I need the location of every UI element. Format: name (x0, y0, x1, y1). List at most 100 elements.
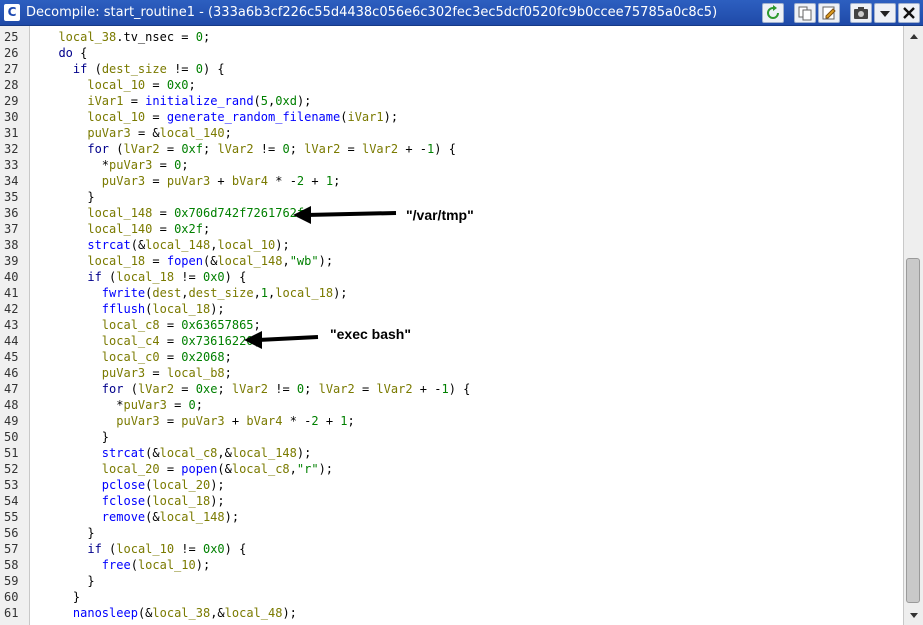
code-line[interactable]: 39 local_18 = fopen(&local_148,"wb"); (0, 253, 900, 269)
code-line[interactable]: 52 local_20 = popen(&local_c8,"r"); (0, 461, 900, 477)
code-line[interactable]: 61 nanosleep(&local_38,&local_48); (0, 605, 900, 621)
code-line[interactable]: 30 local_10 = generate_random_filename(i… (0, 109, 900, 125)
vertical-scrollbar[interactable] (903, 26, 923, 625)
code-text[interactable]: for (lVar2 = 0xe; lVar2 != 0; lVar2 = lV… (44, 381, 471, 397)
code-text[interactable]: local_10 = generate_random_filename(iVar… (44, 109, 398, 125)
code-text[interactable]: } (44, 589, 80, 605)
code-line[interactable]: 38 strcat(&local_148,local_10); (0, 237, 900, 253)
code-line[interactable]: 60 } (0, 589, 900, 605)
snapshot-icon (854, 7, 868, 19)
code-line[interactable]: 55 remove(&local_148); (0, 509, 900, 525)
line-number: 39 (4, 254, 19, 268)
code-text[interactable]: fclose(local_18); (44, 493, 225, 509)
scroll-up-icon (909, 33, 918, 39)
refresh-icon (767, 5, 779, 19)
code-line[interactable]: 27 if (dest_size != 0) { (0, 61, 900, 77)
code-text[interactable]: } (44, 189, 94, 205)
scroll-up-button[interactable] (907, 29, 920, 42)
code-text[interactable]: do { (44, 45, 87, 61)
line-number: 41 (4, 286, 19, 300)
code-line[interactable]: 33 *puVar3 = 0; (0, 157, 900, 173)
code-line[interactable]: 34 puVar3 = puVar3 + bVar4 * -2 + 1; (0, 173, 900, 189)
line-number: 45 (4, 350, 19, 364)
code-line[interactable]: 25 local_38.tv_nsec = 0; (0, 29, 900, 45)
line-number: 30 (4, 110, 19, 124)
code-text[interactable]: free(local_10); (44, 557, 210, 573)
code-text[interactable]: if (local_10 != 0x0) { (44, 541, 246, 557)
code-line[interactable]: 49 puVar3 = puVar3 + bVar4 * -2 + 1; (0, 413, 900, 429)
close-button[interactable] (898, 3, 920, 23)
code-text[interactable]: } (44, 429, 109, 445)
code-text[interactable]: local_20 = popen(&local_c8,"r"); (44, 461, 333, 477)
decompiled-code-view[interactable]: 25 local_38.tv_nsec = 0; 26 do {27 if (de… (0, 26, 903, 625)
code-text[interactable]: local_148 = 0x706d742f7261762f; (44, 205, 311, 221)
code-text[interactable]: local_18 = fopen(&local_148,"wb"); (44, 253, 333, 269)
code-text[interactable]: local_c8 = 0x63657865; (44, 317, 261, 333)
code-line[interactable]: 28 local_10 = 0x0; (0, 77, 900, 93)
code-text[interactable]: local_140 = 0x2f; (44, 221, 210, 237)
line-number: 57 (4, 542, 19, 556)
code-line[interactable]: 58 free(local_10); (0, 557, 900, 573)
code-text[interactable]: *puVar3 = 0; (44, 157, 189, 173)
code-line[interactable]: 53 pclose(local_20); (0, 477, 900, 493)
code-line[interactable]: 43 local_c8 = 0x63657865; (0, 317, 900, 333)
code-line[interactable]: 48 *puVar3 = 0; (0, 397, 900, 413)
code-line[interactable]: 50 } (0, 429, 900, 445)
code-line[interactable]: 31 puVar3 = &local_140; (0, 125, 900, 141)
code-text[interactable]: for (lVar2 = 0xf; lVar2 != 0; lVar2 = lV… (44, 141, 456, 157)
annotation-var-tmp: "/var/tmp" (406, 207, 474, 223)
refresh-button[interactable] (762, 3, 784, 23)
code-text[interactable]: if (local_18 != 0x0) { (44, 269, 246, 285)
code-line[interactable]: 47 for (lVar2 = 0xe; lVar2 != 0; lVar2 =… (0, 381, 900, 397)
toolbar (762, 3, 920, 23)
code-line[interactable]: 57 if (local_10 != 0x0) { (0, 541, 900, 557)
code-text[interactable]: puVar3 = local_b8; (44, 365, 232, 381)
code-line[interactable]: 37 local_140 = 0x2f; (0, 221, 900, 237)
code-line[interactable]: 59 } (0, 573, 900, 589)
code-text[interactable]: iVar1 = initialize_rand(5,0xd); (44, 93, 311, 109)
code-text[interactable]: strcat(&local_c8,&local_148); (44, 445, 312, 461)
code-text[interactable]: remove(&local_148); (44, 509, 239, 525)
line-number: 37 (4, 222, 19, 236)
scroll-down-button[interactable] (907, 609, 920, 622)
code-line[interactable]: 44 local_c4 = 0x73616220; (0, 333, 900, 349)
edit-button[interactable] (818, 3, 840, 23)
code-line[interactable]: 51 strcat(&local_c8,&local_148); (0, 445, 900, 461)
code-text[interactable]: } (44, 573, 94, 589)
code-text[interactable]: *puVar3 = 0; (44, 397, 203, 413)
code-text[interactable]: if (dest_size != 0) { (44, 61, 225, 77)
code-line[interactable]: 35 } (0, 189, 900, 205)
menu-dropdown-button[interactable] (874, 3, 896, 23)
code-line[interactable]: 29 iVar1 = initialize_rand(5,0xd); (0, 93, 900, 109)
code-line[interactable]: 42 fflush(local_18); (0, 301, 900, 317)
line-number: 42 (4, 302, 19, 316)
code-text[interactable]: puVar3 = puVar3 + bVar4 * -2 + 1; (44, 173, 341, 189)
code-text[interactable]: puVar3 = &local_140; (44, 125, 232, 141)
code-line[interactable]: 40 if (local_18 != 0x0) { (0, 269, 900, 285)
code-line[interactable]: 32 for (lVar2 = 0xf; lVar2 != 0; lVar2 =… (0, 141, 900, 157)
code-text[interactable]: local_c0 = 0x2068; (44, 349, 232, 365)
code-text[interactable]: fwrite(dest,dest_size,1,local_18); (44, 285, 348, 301)
code-line[interactable]: 26 do { (0, 45, 900, 61)
line-number: 58 (4, 558, 19, 572)
copy-button[interactable] (794, 3, 816, 23)
code-text[interactable]: local_10 = 0x0; (44, 77, 195, 93)
code-text[interactable]: local_38.tv_nsec = 0; (44, 29, 210, 45)
code-text[interactable]: nanosleep(&local_38,&local_48); (44, 605, 297, 621)
code-text[interactable]: fflush(local_18); (44, 301, 225, 317)
snapshot-button[interactable] (850, 3, 872, 23)
code-line[interactable]: 41 fwrite(dest,dest_size,1,local_18); (0, 285, 900, 301)
code-text[interactable]: pclose(local_20); (44, 477, 225, 493)
code-line[interactable]: 45 local_c0 = 0x2068; (0, 349, 900, 365)
dropdown-icon (880, 11, 890, 17)
code-text[interactable]: local_c4 = 0x73616220; (44, 333, 261, 349)
code-line[interactable]: 46 puVar3 = local_b8; (0, 365, 900, 381)
code-line[interactable]: 56 } (0, 525, 900, 541)
scrollbar-thumb[interactable] (906, 258, 920, 603)
code-text[interactable]: puVar3 = puVar3 + bVar4 * -2 + 1; (44, 413, 355, 429)
line-number: 29 (4, 94, 19, 108)
line-number: 43 (4, 318, 19, 332)
code-line[interactable]: 54 fclose(local_18); (0, 493, 900, 509)
code-text[interactable]: } (44, 525, 94, 541)
code-text[interactable]: strcat(&local_148,local_10); (44, 237, 289, 253)
